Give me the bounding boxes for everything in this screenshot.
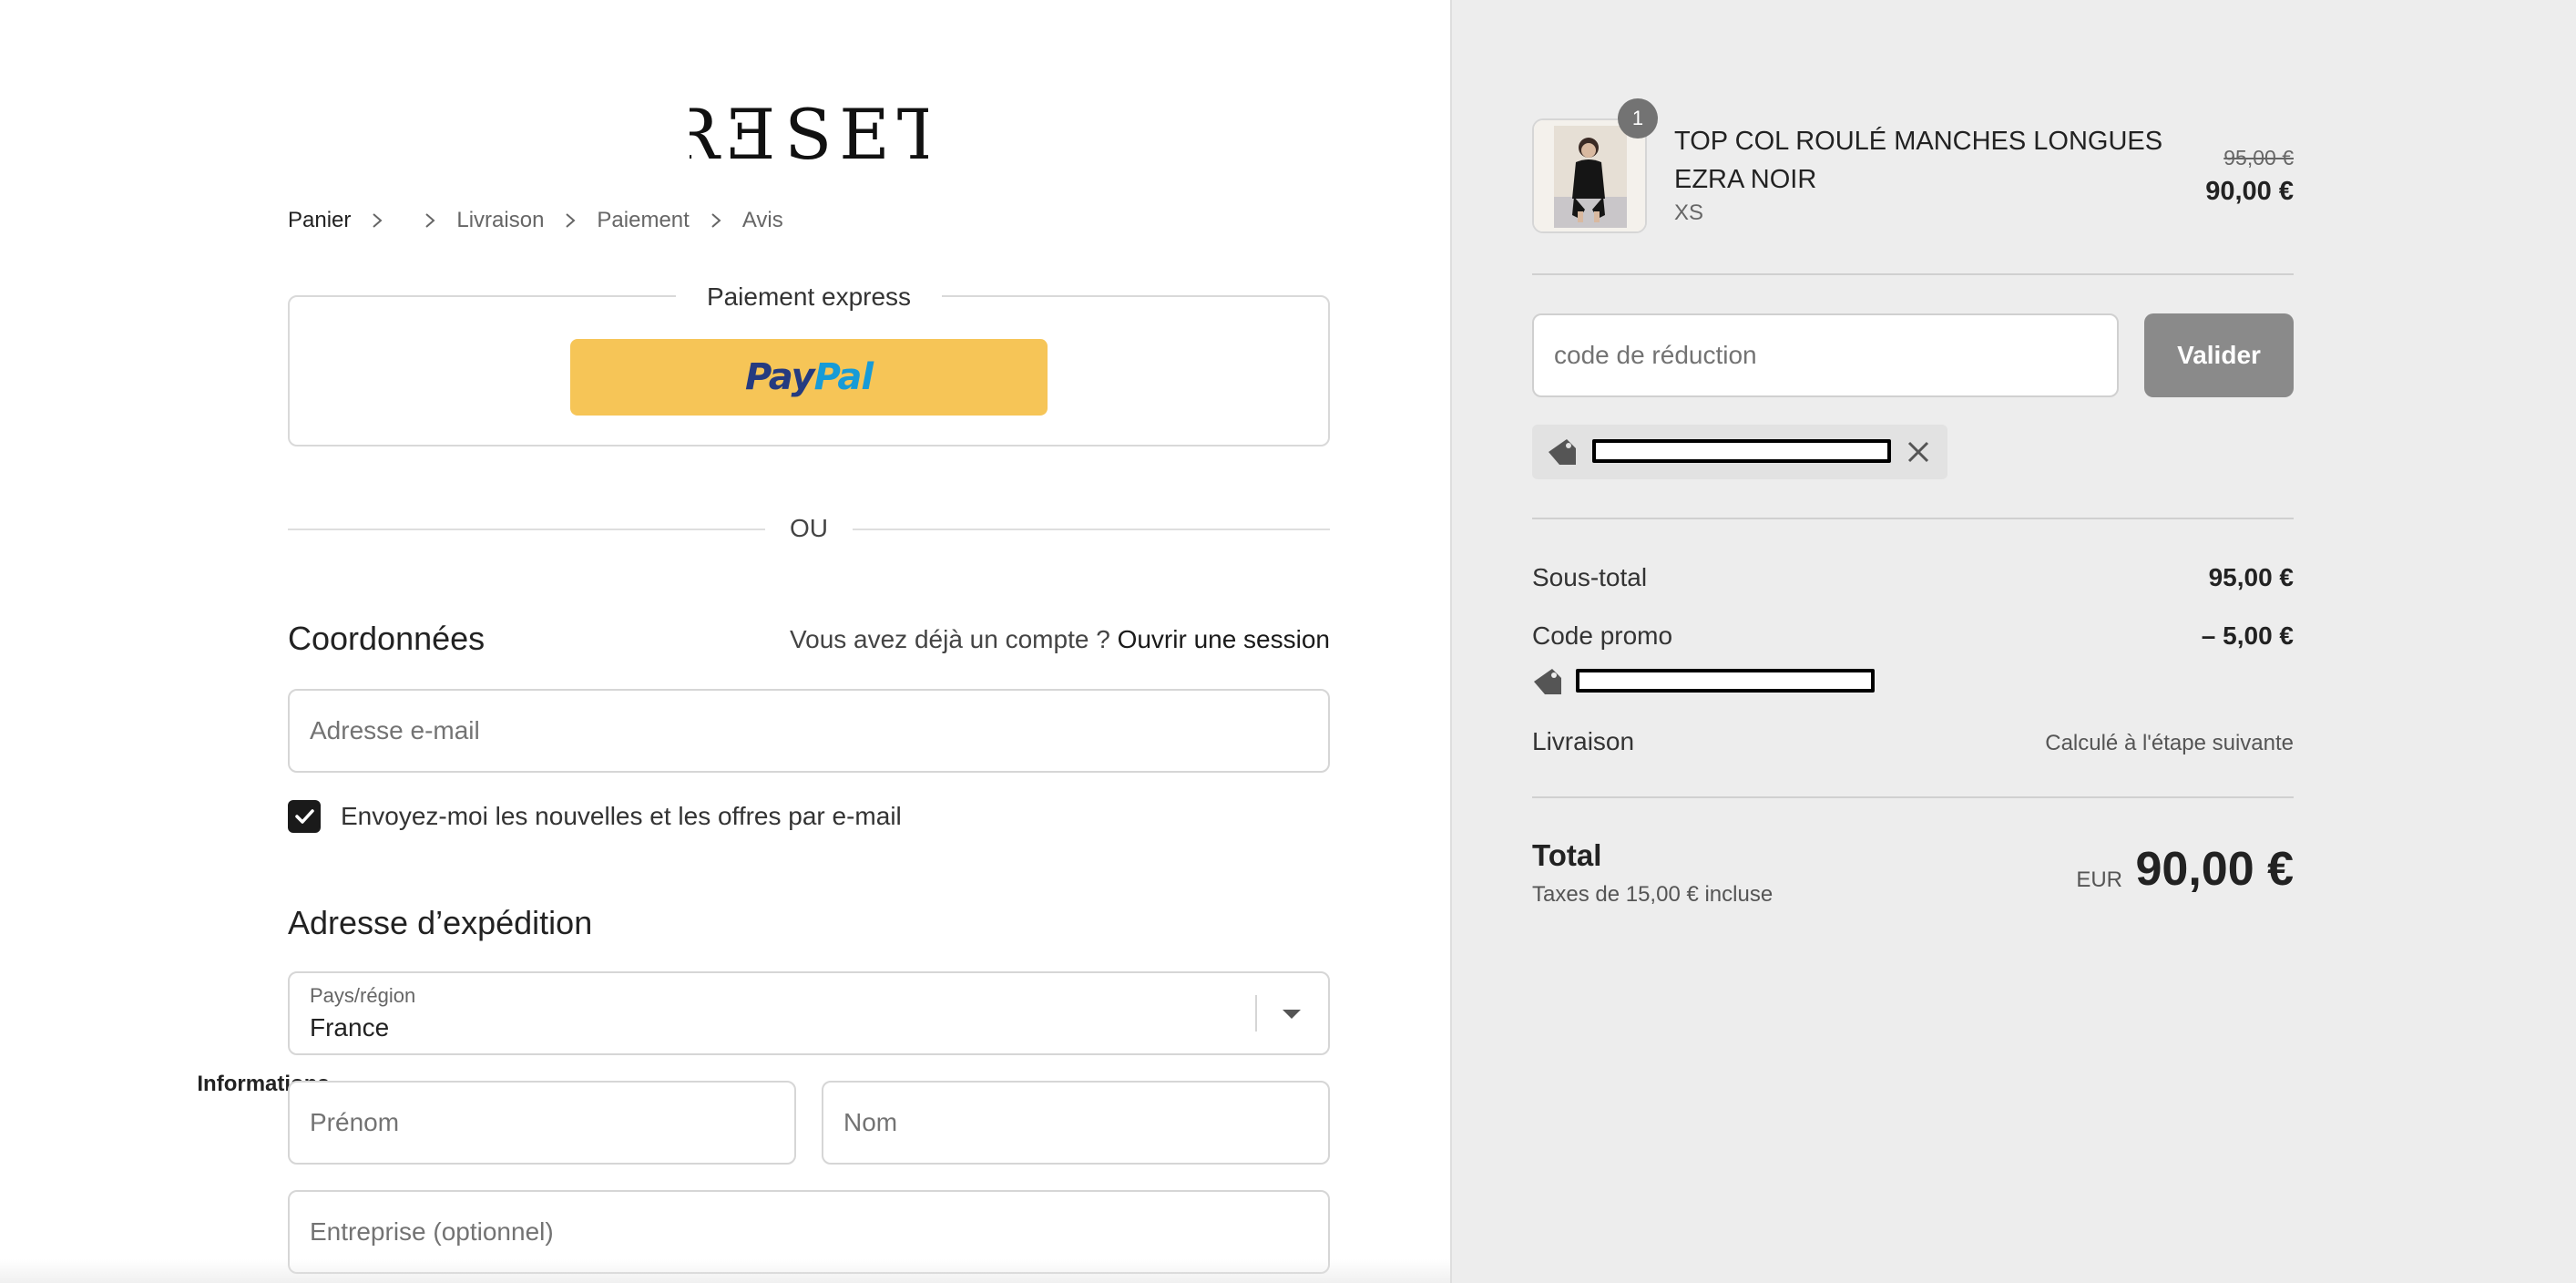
- express-checkout-title: Paiement express: [676, 281, 942, 313]
- shipping-value: Calculé à l'étape suivante: [2045, 731, 2294, 755]
- chevron-right-icon: [373, 213, 383, 228]
- paypal-logo-part1: Pay: [744, 356, 815, 398]
- chevron-right-icon: [425, 213, 435, 228]
- divider-or: OU: [790, 514, 828, 542]
- total-value: 90,00 €: [2135, 843, 2295, 896]
- country-select[interactable]: Pays/région France: [288, 971, 1330, 1055]
- product-original-price: 95,00 €: [2223, 146, 2294, 169]
- product-photo: [1534, 120, 1645, 231]
- tag-icon: [1534, 669, 1561, 694]
- paypal-button[interactable]: Pay Pal: [570, 339, 1048, 416]
- subtotal-value: 95,00 €: [2208, 563, 2294, 591]
- discount-code-input[interactable]: code de réduction: [1532, 313, 2119, 397]
- shipping-label: Livraison: [1532, 727, 1635, 755]
- promo-value: – 5,00 €: [2201, 621, 2294, 650]
- summary-divider: [1532, 273, 2294, 275]
- redacted-promo-code: [1576, 669, 1875, 693]
- remove-discount-icon[interactable]: [1906, 439, 1931, 465]
- breadcrumb-review: Avis: [741, 208, 783, 232]
- product-name: TOP COL ROULÉ MANCHES LONGUES EZRA NOIR: [1674, 127, 2163, 194]
- redacted-discount-code: [1592, 439, 1891, 463]
- first-name-placeholder: Prénom: [310, 1108, 400, 1136]
- last-name-placeholder: Nom: [843, 1108, 898, 1136]
- divider-line-left: [288, 529, 765, 530]
- country-label: Pays/région: [310, 984, 416, 1007]
- email-field[interactable]: Adresse e-mail: [288, 689, 1330, 773]
- chevron-right-icon: [566, 213, 576, 228]
- breadcrumb-shipping: Livraison: [456, 208, 545, 232]
- divider-line-right: [853, 529, 1330, 530]
- country-value: France: [310, 1013, 390, 1042]
- account-prompt: Vous avez déjà un compte ? Ouvrir une se…: [790, 625, 1330, 654]
- account-prompt-text: Vous avez déjà un compte ?: [789, 625, 1110, 653]
- chevron-right-icon: [711, 213, 721, 228]
- scroll-fade: [0, 1259, 1450, 1283]
- summary-divider: [1532, 796, 2294, 798]
- contact-heading: Coordonnées: [288, 620, 486, 657]
- apply-discount-button[interactable]: Valider: [2144, 313, 2294, 397]
- product-price: 90,00 €: [2205, 177, 2294, 206]
- quantity-badge: 1: [1618, 98, 1658, 139]
- applied-discount-tag: [1532, 425, 1947, 479]
- shipping-heading: Adresse d’expédition: [288, 904, 593, 941]
- brand-logo[interactable]: RƎSET: [668, 94, 944, 175]
- first-name-field[interactable]: Prénom: [288, 1081, 796, 1165]
- total-label: Total: [1532, 838, 1602, 872]
- newsletter-checkbox[interactable]: [288, 800, 321, 833]
- paypal-logo-part2: Pal: [813, 356, 874, 398]
- breadcrumb: Panier Informations Livraison Paiement A…: [197, 204, 783, 1096]
- last-name-field[interactable]: Nom: [822, 1081, 1330, 1165]
- email-placeholder: Adresse e-mail: [310, 716, 480, 744]
- breadcrumb-cart[interactable]: Panier: [288, 208, 351, 233]
- brand-logo-text: RƎSET: [690, 102, 928, 166]
- select-divider: [1255, 995, 1257, 1032]
- newsletter-label[interactable]: Envoyez-moi les nouvelles et les offres …: [341, 800, 902, 833]
- currency-code: EUR: [2076, 867, 2122, 892]
- subtotal-label: Sous-total: [1532, 563, 1648, 591]
- login-link[interactable]: Ouvrir une session: [1118, 625, 1330, 653]
- product-variant: XS: [1674, 200, 1704, 225]
- checkout-form-panel: RƎSET Panier Informations Livraison Paie…: [0, 0, 1450, 1283]
- tax-note: Taxes de 15,00 € incluse: [1532, 882, 1774, 907]
- summary-divider: [1532, 518, 2294, 519]
- promo-label: Code promo: [1532, 621, 1673, 650]
- caret-down-icon: [1283, 1010, 1301, 1019]
- breadcrumb-payment: Paiement: [597, 208, 690, 232]
- check-icon: [295, 809, 314, 824]
- tag-icon: [1549, 439, 1576, 465]
- discount-code-placeholder: code de réduction: [1554, 341, 1757, 369]
